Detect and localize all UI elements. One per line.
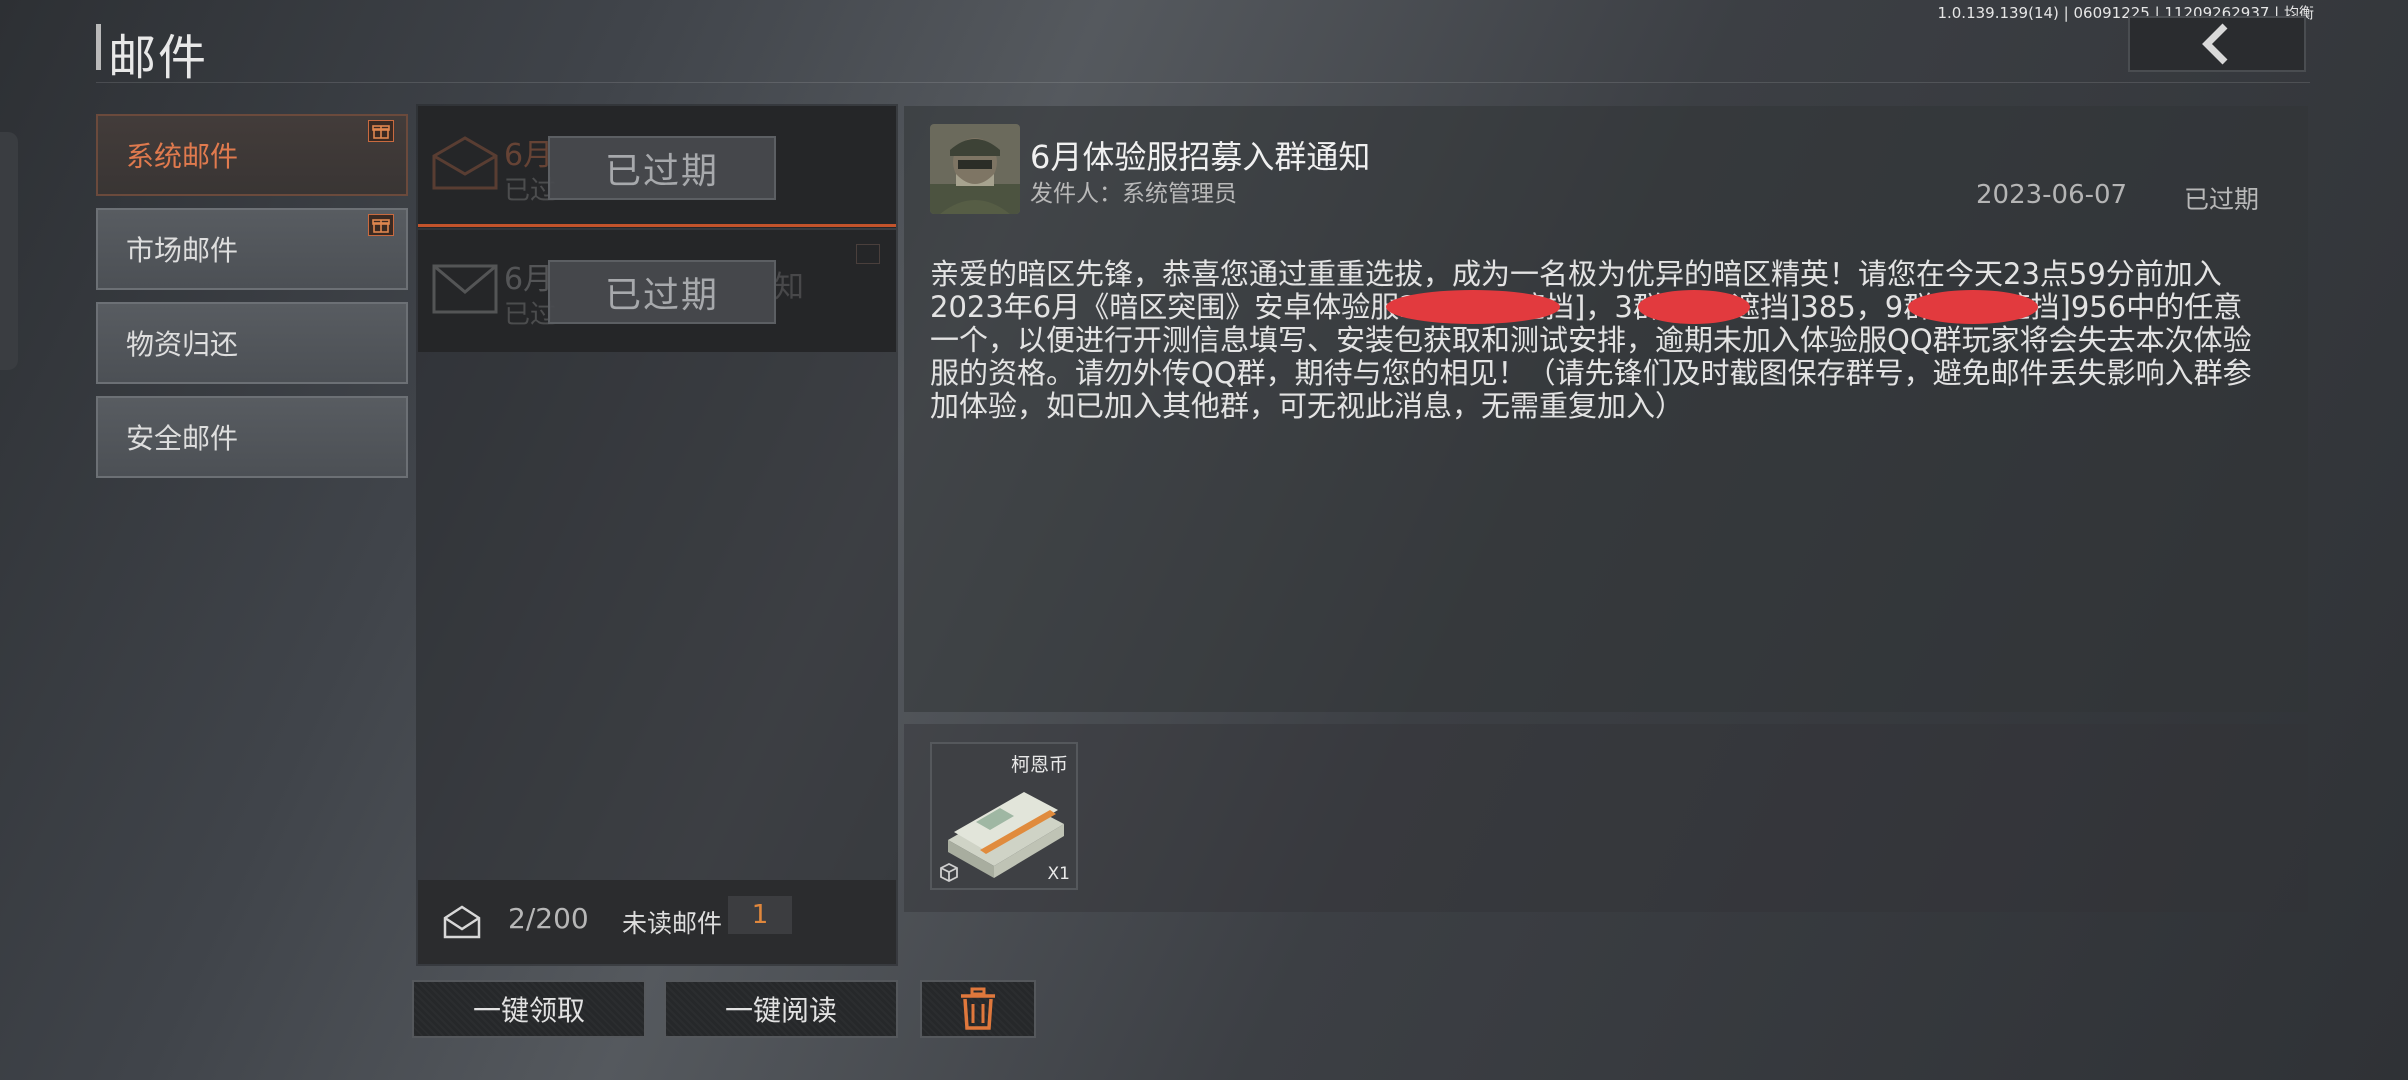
category-system-mail[interactable]: 系统邮件 (96, 114, 408, 196)
mail-date: 2023-06-07 (1976, 180, 2128, 210)
category-label: 系统邮件 (126, 140, 239, 173)
reward-name: 柯恩币 (1010, 754, 1068, 776)
category-label: 市场邮件 (126, 234, 239, 267)
mail-status: 已过期 (2184, 185, 2260, 214)
mail-list-item[interactable]: 6月 已过 知 已过期 (418, 230, 896, 352)
category-label: 物资归还 (126, 328, 239, 361)
reward-quantity: X1 (1047, 864, 1070, 884)
reward-item[interactable]: 柯恩币 X1 (930, 742, 1078, 890)
expired-badge: 已过期 (548, 136, 776, 200)
redaction-mark (1386, 290, 1560, 324)
gift-icon (368, 214, 394, 236)
sender-avatar (930, 124, 1020, 214)
mail-list-item[interactable]: 6月 已过 已过期 (418, 106, 896, 228)
mail-item-title: 6月 (504, 138, 554, 173)
mail-item-title-tail: 知 (774, 270, 804, 305)
gift-icon (856, 244, 880, 264)
mail-title: 6月体验服招募入群通知 (1030, 138, 1371, 176)
envelope-icon (432, 264, 498, 314)
redaction-mark (1638, 290, 1750, 324)
delete-button[interactable] (920, 980, 1036, 1038)
category-security-mail[interactable]: 安全邮件 (96, 396, 408, 478)
mail-count: 2/200 (508, 902, 589, 935)
mail-body: 亲爱的暗区先锋，恭喜您通过重重选拔，成为一名极为优异的暗区精英！请您在今天23点… (930, 257, 2252, 423)
claim-all-button[interactable]: 一键领取 (412, 980, 646, 1038)
category-label: 安全邮件 (126, 422, 239, 455)
read-all-button[interactable]: 一键阅读 (664, 980, 898, 1038)
unread-count-badge: 1 (728, 896, 792, 934)
mail-sender: 发件人：系统管理员 (1030, 181, 1237, 207)
header-divider (96, 82, 2310, 83)
redaction-mark (1908, 290, 2038, 324)
box-icon (940, 862, 958, 882)
open-envelope-icon (432, 136, 498, 190)
category-supply-return[interactable]: 物资归还 (96, 302, 408, 384)
page-title: 邮件 (108, 30, 209, 86)
attachment-panel (904, 724, 2308, 912)
mail-item-title: 6月 (504, 262, 554, 297)
side-drawer-tab[interactable] (0, 132, 18, 370)
gift-icon (368, 120, 394, 142)
back-button[interactable] (2128, 16, 2306, 72)
title-accent-bar (96, 24, 101, 70)
selected-indicator (418, 224, 896, 227)
trash-icon (961, 987, 995, 1030)
expired-badge: 已过期 (548, 260, 776, 324)
chevron-left-icon (2202, 23, 2228, 65)
unread-label: 未读邮件 (622, 909, 723, 938)
mail-list-footer: 2/200 未读邮件 1 (418, 880, 896, 964)
category-market-mail[interactable]: 市场邮件 (96, 208, 408, 290)
mail-count-icon (443, 905, 481, 939)
